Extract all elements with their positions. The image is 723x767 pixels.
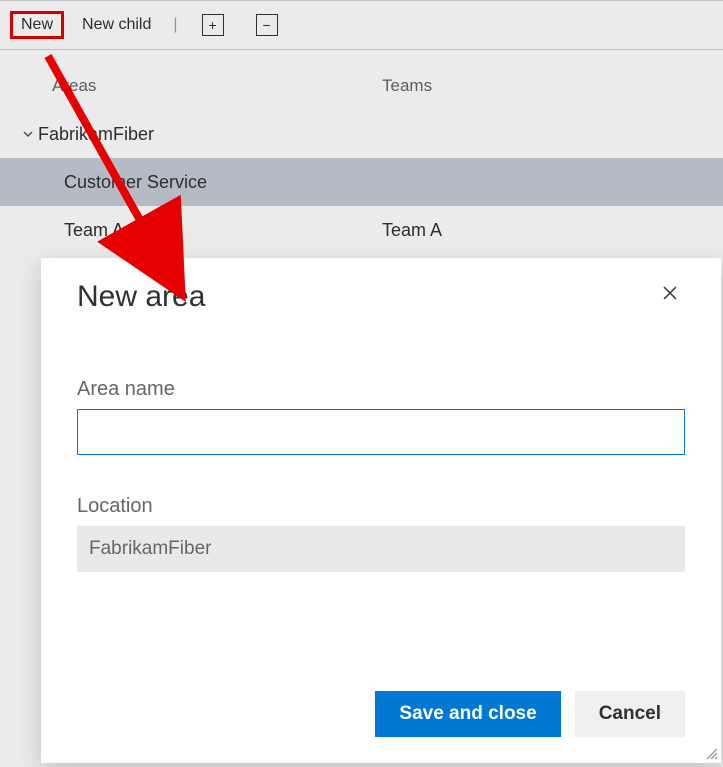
collapse-all-icon[interactable]: − (256, 14, 278, 36)
cancel-button[interactable]: Cancel (575, 691, 685, 737)
chevron-down-icon[interactable] (18, 128, 38, 140)
location-input[interactable] (77, 526, 685, 572)
expand-all-icon[interactable]: + (202, 14, 224, 36)
close-button[interactable] (655, 280, 685, 310)
location-label: Location (77, 495, 685, 518)
tree-node-label: FabrikamFiber (38, 124, 378, 145)
dialog-header: New area (77, 280, 685, 314)
tree-row[interactable]: Customer Service (0, 158, 723, 206)
new-button[interactable]: New (10, 11, 64, 39)
area-name-label: Area name (77, 378, 685, 401)
save-and-close-button[interactable]: Save and close (375, 691, 560, 737)
new-child-button[interactable]: New child (72, 12, 161, 38)
dialog-title: New area (77, 280, 205, 314)
column-header-areas: Areas (52, 76, 382, 96)
close-icon (662, 285, 678, 306)
location-field-group: Location (77, 495, 685, 572)
area-name-field-group: Area name (77, 378, 685, 455)
areas-tree: Areas Teams FabrikamFiber Customer Servi… (0, 50, 723, 254)
new-area-dialog: New area Area name Location Save and clo… (41, 258, 721, 763)
tree-headers: Areas Teams (0, 76, 723, 110)
tree-row[interactable]: Team A Team A (0, 206, 723, 254)
resize-grip-icon[interactable] (704, 746, 718, 760)
area-name-input[interactable] (77, 409, 685, 455)
dialog-footer: Save and close Cancel (77, 691, 685, 737)
column-header-teams: Teams (382, 76, 713, 96)
tree-row[interactable]: FabrikamFiber (0, 110, 723, 158)
toolbar-separator: | (169, 16, 181, 34)
tree-node-team: Team A (382, 220, 442, 241)
tree-node-label: Team A (64, 220, 382, 241)
tree-node-label: Customer Service (64, 172, 382, 193)
toolbar: New New child | + − (0, 0, 723, 50)
